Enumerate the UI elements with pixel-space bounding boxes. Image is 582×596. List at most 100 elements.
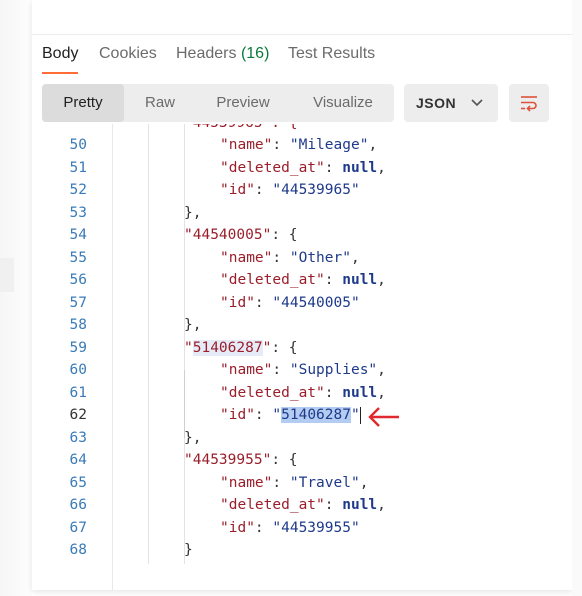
code-text: "deleted_at": null, — [220, 382, 386, 405]
json-null: null — [342, 159, 378, 176]
json-object-key-highlight: 51406287 — [192, 339, 263, 356]
view-mode-visualize[interactable]: Visualize — [300, 84, 386, 122]
code-text: "name": "Mileage", — [220, 134, 377, 157]
line-number: 54 — [69, 227, 87, 243]
code-text: "id": "44539965" — [220, 179, 360, 202]
response-panel: Body Cookies Headers (16) Test Results P… — [32, 0, 572, 590]
tab-headers-label: Headers — [176, 45, 237, 62]
json-key: "name" — [220, 137, 273, 153]
code-line: 59 "51406287": { — [32, 337, 572, 360]
line-number: 66 — [69, 497, 87, 513]
code-line: 67 "id": "44539955" — [32, 517, 572, 540]
code-line: 64 "44539955": { — [32, 449, 572, 472]
view-mode-pretty[interactable]: Pretty — [42, 84, 124, 122]
json-punct: , — [377, 497, 386, 513]
code-text: "id": "44539955" — [220, 517, 360, 540]
json-punct: , — [377, 362, 386, 378]
json-string: "44540005" — [272, 294, 360, 311]
json-punct: : — [254, 407, 273, 423]
code-line: 62 "id": "51406287" — [32, 404, 572, 427]
format-select-value: JSON — [416, 95, 457, 111]
line-number: 65 — [69, 474, 87, 491]
line-number: 56 — [69, 272, 87, 288]
code-line: 57 "id": "44540005" — [32, 292, 572, 315]
view-mode-raw[interactable]: Raw — [124, 84, 196, 122]
response-body-editor[interactable]: "44539965": { 50 "name": "Mileage", 51 "del… — [32, 124, 572, 590]
code-line: 63}, — [32, 427, 572, 450]
json-punct: : { — [271, 227, 298, 243]
line-number: 55 — [69, 249, 87, 266]
line-number: 67 — [69, 519, 87, 536]
json-punct: : — [272, 362, 290, 378]
json-punct: : — [272, 474, 290, 491]
tab-test-results[interactable]: Test Results — [288, 45, 375, 72]
line-number: 52 — [69, 182, 87, 198]
view-mode-segmented-control: Pretty Raw Preview Visualize — [42, 84, 394, 122]
code-line: 55 "name": "Other", — [32, 247, 572, 270]
line-number: 68 — [69, 542, 87, 558]
json-punct: : { — [271, 452, 298, 468]
code-line: 58}, — [32, 314, 572, 337]
line-number: 63 — [69, 429, 87, 446]
code-text: "deleted_at": null, — [220, 494, 386, 517]
code-text: "id": "51406287" — [220, 404, 361, 427]
view-mode-preview[interactable]: Preview — [202, 84, 284, 122]
json-punct: }, — [184, 204, 202, 221]
line-number: 59 — [69, 339, 87, 356]
json-punct: : — [324, 272, 343, 288]
line-number: 58 — [69, 317, 87, 333]
body-toolbar: Pretty Raw Preview Visualize JSON — [32, 84, 572, 124]
json-string: "Other" — [289, 249, 351, 266]
json-key: "deleted_at" — [220, 159, 325, 176]
code-line: 51 "deleted_at": null, — [32, 157, 572, 180]
code-text: "deleted_at": null, — [220, 269, 386, 292]
json-punct: : — [254, 182, 273, 198]
json-punct: }, — [184, 429, 202, 446]
json-punct: , — [368, 137, 378, 153]
line-number: 51 — [69, 159, 87, 176]
code-text: "51406287": { — [184, 337, 298, 360]
format-select[interactable]: JSON — [404, 84, 498, 122]
code-line: 54 "44540005": { — [32, 224, 572, 247]
code-text: "name": "Travel", — [220, 472, 368, 495]
resize-handle[interactable] — [0, 258, 14, 292]
json-key: "deleted_at" — [220, 272, 325, 288]
json-key: "deleted_at" — [220, 384, 325, 401]
json-key: "id" — [220, 407, 255, 423]
json-quote: " — [262, 339, 272, 356]
line-number: 60 — [69, 362, 87, 378]
line-number: 64 — [69, 452, 87, 468]
json-punct: , — [377, 384, 386, 401]
code-line: 53}, — [32, 202, 572, 225]
json-string: "Mileage" — [289, 137, 369, 153]
json-punct: , — [377, 159, 386, 176]
json-punct: , — [350, 249, 360, 266]
code-line-partial: "44539965": { — [184, 124, 298, 135]
json-punct: : { — [271, 339, 298, 356]
code-text: "name": "Supplies", — [220, 359, 386, 382]
code-text: "name": "Other", — [220, 247, 360, 270]
code-line: 61 "deleted_at": null, — [32, 382, 572, 405]
text-caret — [359, 406, 361, 424]
line-number: 53 — [69, 204, 87, 221]
tab-cookies[interactable]: Cookies — [99, 45, 157, 72]
line-number: 62 — [69, 407, 87, 423]
json-string: "Supplies" — [289, 362, 378, 378]
code-text: "id": "44540005" — [220, 292, 360, 315]
line-number: 57 — [69, 294, 87, 311]
right-edge — [572, 0, 582, 596]
json-quote: " — [350, 407, 360, 423]
json-quote: " — [272, 407, 282, 423]
wrap-lines-button[interactable] — [509, 84, 549, 122]
json-null: null — [342, 384, 378, 401]
tab-headers[interactable]: Headers (16) — [176, 45, 269, 72]
json-punct: : — [324, 384, 343, 401]
json-punct: , — [359, 474, 369, 491]
line-number: 50 — [69, 137, 87, 153]
response-tabs: Body Cookies Headers (16) Test Results — [32, 34, 572, 75]
tab-body[interactable]: Body — [42, 45, 79, 74]
json-object-key: "44540005" — [184, 227, 272, 243]
json-punct: : — [324, 497, 343, 513]
red-arrow-icon — [368, 407, 399, 427]
json-key: "name" — [220, 249, 273, 266]
